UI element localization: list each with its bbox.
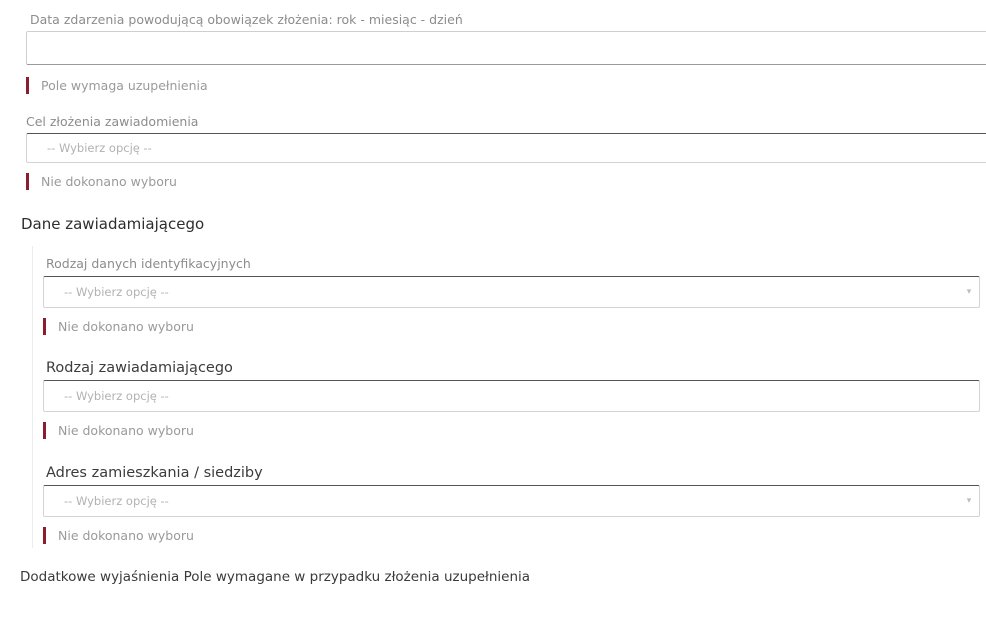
event-date-error-text: Pole wymaga uzupełnienia <box>41 78 208 93</box>
notifier-type-error-text: Nie dokonano wyboru <box>58 423 194 438</box>
notifier-type-select[interactable]: -- Wybierz opcję -- <box>43 380 980 412</box>
id-type-select[interactable]: -- Wybierz opcję -- ▾ <box>43 276 980 308</box>
event-date-error: Pole wymaga uzupełnienia <box>26 77 208 94</box>
notifier-type-select-placeholder: -- Wybierz opcję -- <box>64 389 169 403</box>
address-label: Adres zamieszkania / siedziby <box>46 465 263 481</box>
id-type-error: Nie dokonano wyboru <box>43 318 194 335</box>
id-type-select-placeholder: -- Wybierz opcję -- <box>64 285 169 299</box>
chevron-down-icon: ▾ <box>966 496 972 506</box>
error-marker <box>26 173 29 190</box>
purpose-error-text: Nie dokonano wyboru <box>41 174 177 189</box>
form-page: { "fields": { "event_date": { "label": "… <box>0 0 986 634</box>
chevron-down-icon: ▾ <box>966 287 972 297</box>
event-date-label: Data zdarzenia powodującą obowiązek złoż… <box>30 12 463 27</box>
purpose-select[interactable]: -- Wybierz opcję -- <box>26 133 986 163</box>
purpose-select-placeholder: -- Wybierz opcję -- <box>47 141 152 155</box>
section-title: Dane zawiadamiającego <box>21 215 205 233</box>
address-select[interactable]: -- Wybierz opcję -- ▾ <box>43 485 980 517</box>
notifier-type-label: Rodzaj zawiadamiającego <box>46 360 233 376</box>
notifier-type-error: Nie dokonano wyboru <box>43 422 194 439</box>
id-type-error-text: Nie dokonano wyboru <box>58 319 194 334</box>
error-marker <box>43 422 46 439</box>
error-marker <box>43 318 46 335</box>
purpose-error: Nie dokonano wyboru <box>26 173 177 190</box>
id-type-label: Rodzaj danych identyfikacyjnych <box>46 256 251 271</box>
address-error: Nie dokonano wyboru <box>43 527 194 544</box>
additional-explanations-label: Dodatkowe wyjaśnienia Pole wymagane w pr… <box>20 569 531 585</box>
error-marker <box>43 527 46 544</box>
error-marker <box>26 77 29 94</box>
address-select-placeholder: -- Wybierz opcję -- <box>64 494 169 508</box>
purpose-label: Cel złożenia zawiadomienia <box>26 114 199 129</box>
event-date-input[interactable] <box>26 31 986 65</box>
address-error-text: Nie dokonano wyboru <box>58 528 194 543</box>
